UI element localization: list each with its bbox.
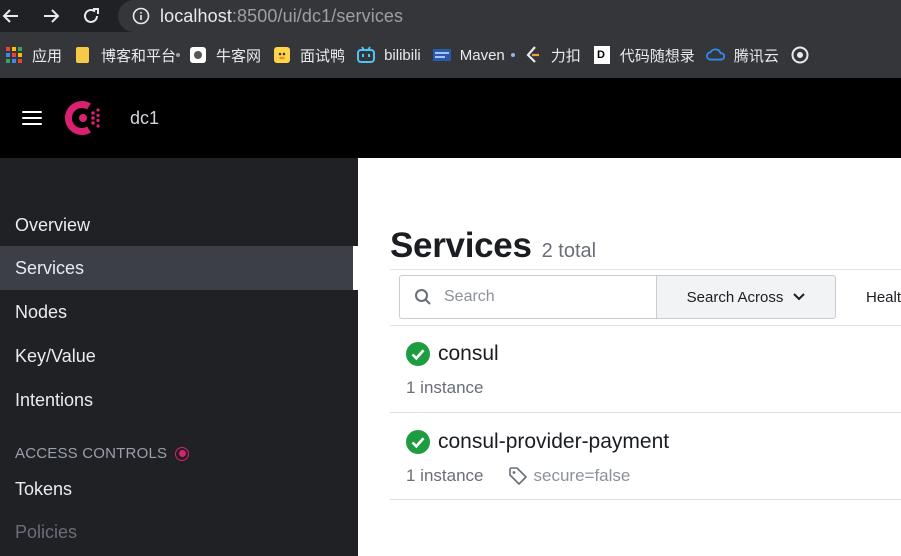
- divider: [390, 412, 901, 413]
- service-tag: secure=false: [508, 466, 631, 486]
- service-header: consul-provider-payment: [406, 430, 669, 454]
- bookmark-maven[interactable]: Maven: [430, 40, 509, 70]
- list-item[interactable]: consul 1 instance: [390, 326, 901, 413]
- search-across-label: Search Across: [686, 288, 784, 306]
- service-name[interactable]: consul: [438, 342, 499, 366]
- consul-logo-icon[interactable]: [62, 96, 106, 140]
- info-icon[interactable]: [132, 7, 150, 25]
- browser-toolbar: localhost:8500/ui/dc1/services: [0, 0, 901, 32]
- bookmark-chrome[interactable]: [788, 40, 827, 70]
- bookmark-folder-blogs[interactable]: 博客和平台: [71, 40, 180, 70]
- sidebar-item-policies[interactable]: Policies: [0, 510, 358, 554]
- arrow-left-icon: [2, 9, 18, 23]
- bookmark-label: 代码随想录: [619, 47, 695, 65]
- health-filter-dropdown[interactable]: Healt: [866, 289, 901, 306]
- nowcoder-icon: [188, 45, 208, 65]
- sidebar-item-nodes[interactable]: Nodes: [0, 290, 358, 334]
- bilibili-icon: [356, 45, 376, 65]
- sidebar-item-label: Tokens: [15, 478, 73, 499]
- instance-count: 1 instance: [406, 378, 484, 397]
- sidebar-item-label: Policies: [15, 521, 78, 542]
- svg-text:D: D: [597, 49, 605, 61]
- folder-icon: [73, 45, 93, 65]
- search-across-dropdown[interactable]: Search Across: [656, 275, 836, 319]
- overflow-dot: [510, 53, 515, 57]
- forward-button[interactable]: [22, 0, 80, 32]
- service-meta: 1 instance: [406, 378, 484, 398]
- bookmark-dmsxl[interactable]: D 代码随想录: [590, 40, 704, 70]
- reload-icon: [84, 8, 99, 23]
- divider: [390, 269, 901, 270]
- tag-label: secure=false: [533, 466, 631, 485]
- url-host: localhost: [160, 5, 232, 26]
- url-path: :8500/ui/dc1/services: [231, 5, 404, 26]
- instance-count: 1 instance: [406, 466, 484, 485]
- bookmark-label: 博客和平台: [101, 47, 177, 65]
- dmsxl-icon: D: [592, 45, 612, 65]
- service-meta: 1 instance secure=false: [406, 466, 630, 486]
- service-name[interactable]: consul-provider-payment: [438, 430, 669, 454]
- bookmark-nowcoder[interactable]: 牛客网: [186, 40, 270, 70]
- tencent-cloud-icon: [705, 45, 726, 65]
- section-label: ACCESS CONTROLS: [15, 445, 168, 462]
- divider: [390, 499, 901, 500]
- bookmark-bilibili[interactable]: bilibili: [354, 40, 430, 70]
- leetcode-icon: [523, 45, 543, 65]
- search-field[interactable]: [399, 275, 656, 319]
- bookmark-label: Maven: [459, 46, 505, 64]
- sidebar-item-tokens[interactable]: Tokens: [0, 467, 358, 511]
- sidebar-item-label: Key/Value: [15, 345, 96, 366]
- sidebar-item-label: Services: [15, 257, 85, 278]
- bookmark-mianshiya[interactable]: 面试鸭: [270, 40, 354, 70]
- sidebar-item-overview[interactable]: Overview: [0, 203, 358, 247]
- list-item[interactable]: consul-provider-payment 1 instance secur…: [390, 414, 901, 501]
- bookmark-label: 牛客网: [216, 47, 262, 65]
- search-input[interactable]: [444, 288, 624, 306]
- main-content: Services 2 total Search Across Healt con…: [358, 158, 901, 556]
- tag-icon: [508, 467, 527, 485]
- bookmark-leetcode[interactable]: 力扣: [521, 40, 590, 70]
- sidebar: Overview Services Nodes Key/Value Intent…: [0, 158, 358, 556]
- alert-dot-icon: [175, 446, 190, 461]
- check-circle-icon: [406, 430, 430, 454]
- sidebar-item-services[interactable]: Services: [0, 246, 358, 290]
- url-text: localhost:8500/ui/dc1/services: [160, 6, 403, 27]
- service-count: 2 total: [541, 240, 597, 262]
- bookmark-tencent-cloud[interactable]: 腾讯云: [704, 40, 788, 70]
- maven-icon: [432, 45, 452, 65]
- menu-icon[interactable]: [22, 111, 42, 125]
- sidebar-item-label: Intentions: [15, 389, 94, 410]
- apps-grid-icon: [4, 45, 24, 65]
- overflow-dot: [176, 53, 181, 57]
- bookmarks-bar: 应用 博客和平台 牛客网 面试鸭 bilibili Maven 力扣 D 代码随…: [0, 32, 901, 78]
- check-circle-icon: [406, 342, 430, 366]
- chrome-icon: [790, 45, 810, 65]
- bookmark-label: 应用: [32, 47, 63, 65]
- back-button[interactable]: [0, 0, 22, 32]
- bookmark-label: 面试鸭: [300, 47, 346, 65]
- bookmark-label: bilibili: [384, 46, 421, 64]
- bookmark-label: 腾讯云: [733, 47, 779, 65]
- service-header: consul: [406, 342, 499, 366]
- sidebar-item-label: Overview: [15, 214, 91, 235]
- arrow-right-icon: [44, 9, 60, 23]
- search-icon: [415, 289, 431, 305]
- datacenter-selector[interactable]: dc1: [130, 108, 159, 129]
- access-controls-heading: ACCESS CONTROLS: [15, 445, 190, 462]
- reload-button[interactable]: [80, 0, 102, 32]
- bookmark-apps[interactable]: 应用: [2, 40, 71, 70]
- address-bar[interactable]: localhost:8500/ui/dc1/services: [118, 0, 901, 32]
- sidebar-item-key-value[interactable]: Key/Value: [0, 334, 358, 378]
- chevron-down-icon: [793, 293, 806, 301]
- consul-header: dc1: [0, 78, 901, 158]
- page-heading: Services: [390, 226, 532, 265]
- page-title: Services 2 total: [390, 226, 596, 266]
- sidebar-item-intentions[interactable]: Intentions: [0, 378, 358, 422]
- bookmark-label: 力扣: [550, 47, 581, 65]
- duck-icon: [272, 45, 292, 65]
- sidebar-item-label: Nodes: [15, 301, 68, 322]
